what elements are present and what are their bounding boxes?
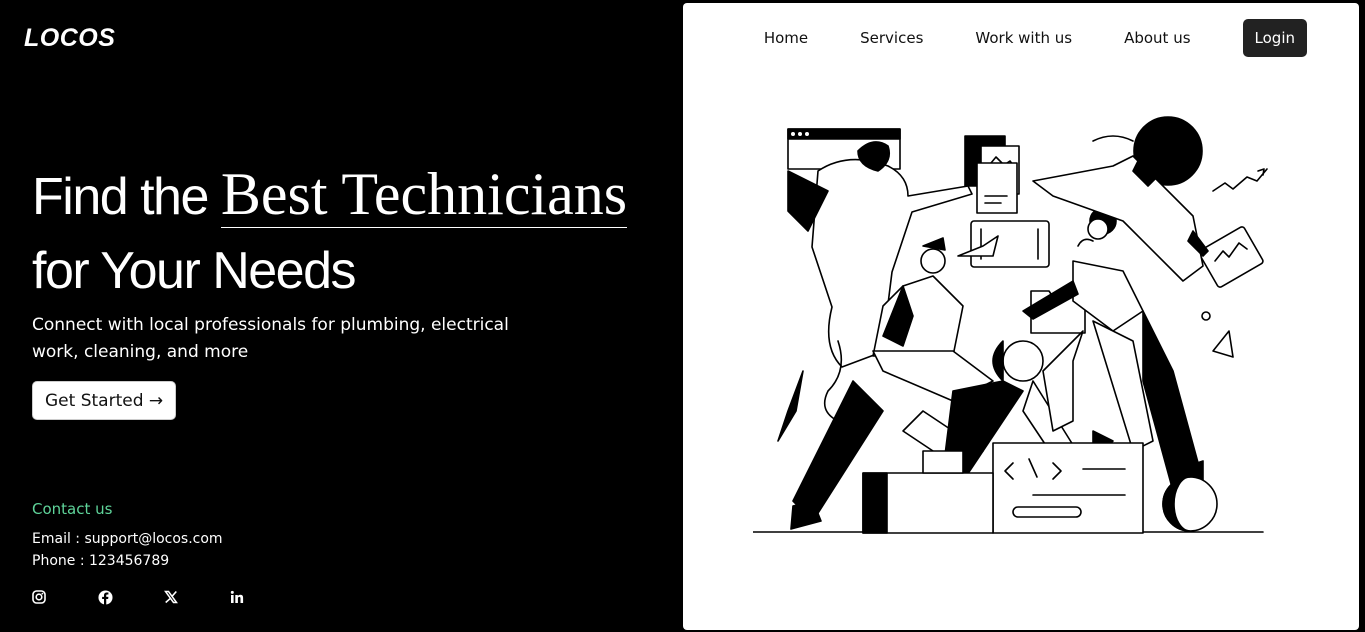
- nav-work-with-us[interactable]: Work with us: [975, 29, 1072, 47]
- hero-section: Find the Best Technicians for Your Needs…: [32, 160, 672, 420]
- headline-suffix: for Your Needs: [32, 242, 357, 300]
- contact-phone: Phone : 123456789: [32, 553, 170, 569]
- contact-title: Contact us: [32, 500, 113, 518]
- login-button[interactable]: Login: [1242, 19, 1307, 57]
- nav-about-us[interactable]: About us: [1124, 29, 1190, 47]
- linkedin-icon[interactable]: [230, 588, 296, 606]
- top-navigation: Home Services Work with us About us Logi…: [764, 19, 1307, 57]
- hero-subtitle: Connect with local professionals for plu…: [32, 315, 509, 362]
- get-started-button[interactable]: Get Started →: [32, 381, 177, 420]
- brand-logo[interactable]: LOCOS: [24, 24, 115, 53]
- hero-illustration-panel: Home Services Work with us About us Logi…: [683, 3, 1359, 630]
- hero-headline: Find the Best Technicians for Your Needs: [32, 160, 672, 308]
- team-collaboration-illustration: [753, 116, 1268, 534]
- headline-accent: Best Technicians: [220, 161, 628, 228]
- facebook-icon[interactable]: [98, 588, 164, 606]
- headline-prefix: Find the: [32, 168, 221, 226]
- nav-services[interactable]: Services: [860, 29, 923, 47]
- social-links: [32, 588, 296, 606]
- contact-email: Email : support@locos.com: [32, 531, 223, 547]
- contact-section: Contact us Email : support@locos.com Pho…: [32, 500, 223, 572]
- x-icon[interactable]: [164, 588, 230, 606]
- instagram-icon[interactable]: [32, 588, 98, 606]
- nav-home[interactable]: Home: [764, 29, 808, 47]
